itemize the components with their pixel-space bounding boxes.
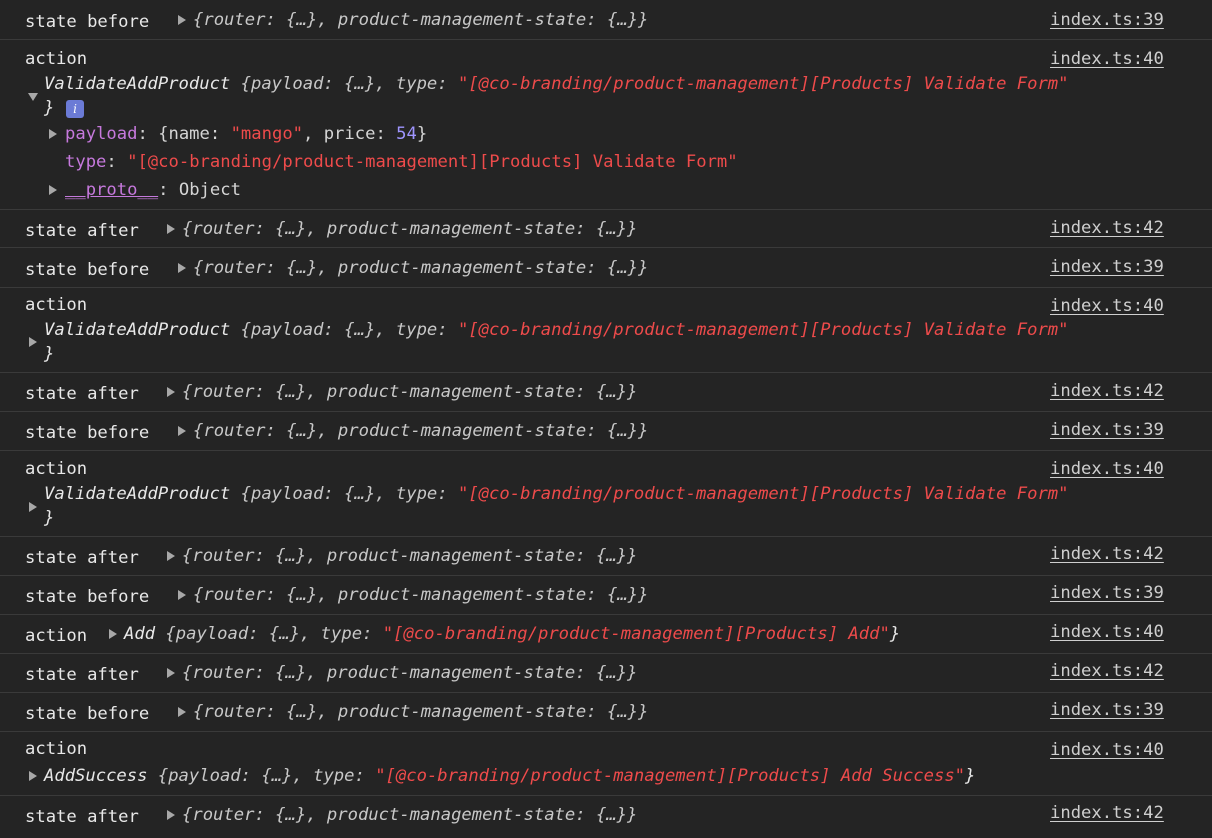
log-entry-state-before: state before {router: {…}, product-manag…: [0, 576, 1212, 615]
collapse-triangle-icon[interactable]: [28, 93, 38, 101]
log-label: state after: [25, 221, 139, 241]
log-entry-action: action index.ts:40 ValidateAddProduct {p…: [0, 451, 1212, 537]
log-entry-state-after: state after {router: {…}, product-manage…: [0, 796, 1212, 838]
expand-triangle-icon[interactable]: [29, 337, 37, 347]
expand-triangle-icon[interactable]: [167, 668, 175, 678]
proto-property[interactable]: __proto__: Object: [65, 180, 241, 200]
log-entry-state-after: state after {router: {…}, product-manage…: [0, 654, 1212, 693]
state-summary[interactable]: {router: {…}, product-management-state: …: [182, 663, 637, 683]
expand-triangle-icon[interactable]: [178, 707, 186, 717]
expand-triangle-icon[interactable]: [167, 387, 175, 397]
state-summary[interactable]: {router: {…}, product-management-state: …: [193, 258, 648, 278]
log-label: state after: [25, 384, 139, 404]
source-link[interactable]: index.ts:42: [1050, 544, 1164, 564]
log-entry-action: action index.ts:40 ValidateAddProduct {p…: [0, 40, 1212, 210]
state-summary[interactable]: {router: {…}, product-management-state: …: [193, 702, 648, 722]
source-link[interactable]: index.ts:39: [1050, 10, 1164, 30]
source-link[interactable]: index.ts:42: [1050, 803, 1164, 823]
source-link[interactable]: index.ts:42: [1050, 218, 1164, 238]
log-label: state before: [25, 12, 150, 32]
state-summary[interactable]: {router: {…}, product-management-state: …: [182, 546, 637, 566]
log-entry-state-before: state before {router: {…}, product-manag…: [0, 248, 1212, 288]
closing-brace: }: [44, 344, 55, 364]
log-label: state after: [25, 665, 139, 685]
expand-triangle-icon[interactable]: [178, 590, 186, 600]
log-entry-action: action Add {payload: {…}, type: "[@co-br…: [0, 615, 1212, 654]
payload-property[interactable]: payload: {name: "mango", price: 54}: [65, 124, 427, 144]
action-summary[interactable]: ValidateAddProduct {payload: {…}, type: …: [44, 484, 1069, 504]
expand-triangle-icon[interactable]: [109, 629, 117, 639]
source-link[interactable]: index.ts:42: [1050, 661, 1164, 681]
log-entry-state-before: state before {router: {…}, product-manag…: [0, 0, 1212, 40]
action-summary[interactable]: ValidateAddProduct {payload: {…}, type: …: [44, 74, 1069, 94]
expand-triangle-icon[interactable]: [29, 502, 37, 512]
source-link[interactable]: index.ts:39: [1050, 700, 1164, 720]
info-icon[interactable]: i: [66, 100, 84, 118]
log-label: action: [25, 459, 88, 479]
log-entry-action: action index.ts:40 ValidateAddProduct {p…: [0, 288, 1212, 373]
log-label: action: [25, 626, 88, 646]
closing-brace: }: [44, 98, 55, 118]
expand-triangle-icon[interactable]: [178, 15, 186, 25]
type-property: type: "[@co-branding/product-management]…: [65, 152, 738, 172]
log-label: action: [25, 295, 88, 315]
log-label: state before: [25, 423, 150, 443]
source-link[interactable]: index.ts:40: [1050, 49, 1164, 69]
source-link[interactable]: index.ts:42: [1050, 381, 1164, 401]
closing-brace: }: [44, 508, 55, 528]
devtools-console: state before {router: {…}, product-manag…: [0, 0, 1212, 838]
log-label: action: [25, 739, 88, 759]
source-link[interactable]: index.ts:39: [1050, 583, 1164, 603]
log-label: state before: [25, 260, 150, 280]
expand-triangle-icon[interactable]: [49, 185, 57, 195]
state-summary[interactable]: {router: {…}, product-management-state: …: [182, 805, 637, 825]
state-summary[interactable]: {router: {…}, product-management-state: …: [193, 10, 648, 30]
log-label: state after: [25, 548, 139, 568]
action-summary[interactable]: Add {payload: {…}, type: "[@co-branding/…: [124, 624, 900, 644]
log-label: state before: [25, 704, 150, 724]
expand-triangle-icon[interactable]: [167, 551, 175, 561]
expand-triangle-icon[interactable]: [167, 224, 175, 234]
expand-triangle-icon[interactable]: [49, 129, 57, 139]
action-summary[interactable]: AddSuccess {payload: {…}, type: "[@co-br…: [44, 766, 975, 786]
state-summary[interactable]: {router: {…}, product-management-state: …: [193, 585, 648, 605]
log-entry-state-before: state before {router: {…}, product-manag…: [0, 412, 1212, 451]
source-link[interactable]: index.ts:39: [1050, 257, 1164, 277]
log-label: state after: [25, 807, 139, 827]
state-summary[interactable]: {router: {…}, product-management-state: …: [182, 382, 637, 402]
state-summary[interactable]: {router: {…}, product-management-state: …: [193, 421, 648, 441]
log-entry-state-after: state after {router: {…}, product-manage…: [0, 537, 1212, 576]
state-summary[interactable]: {router: {…}, product-management-state: …: [182, 219, 637, 239]
expand-triangle-icon[interactable]: [29, 771, 37, 781]
log-entry-state-after: state after {router: {…}, product-manage…: [0, 210, 1212, 248]
source-link[interactable]: index.ts:40: [1050, 622, 1164, 642]
log-entry-state-after: state after {router: {…}, product-manage…: [0, 373, 1212, 412]
source-link[interactable]: index.ts:40: [1050, 296, 1164, 316]
log-label: state before: [25, 587, 150, 607]
source-link[interactable]: index.ts:40: [1050, 740, 1164, 760]
expand-triangle-icon[interactable]: [178, 263, 186, 273]
source-link[interactable]: index.ts:40: [1050, 459, 1164, 479]
expand-triangle-icon[interactable]: [167, 810, 175, 820]
log-entry-state-before: state before {router: {…}, product-manag…: [0, 693, 1212, 732]
log-entry-action: action index.ts:40 AddSuccess {payload: …: [0, 732, 1212, 796]
source-link[interactable]: index.ts:39: [1050, 420, 1164, 440]
log-label: action: [25, 49, 88, 69]
action-summary[interactable]: ValidateAddProduct {payload: {…}, type: …: [44, 320, 1069, 340]
expand-triangle-icon[interactable]: [178, 426, 186, 436]
